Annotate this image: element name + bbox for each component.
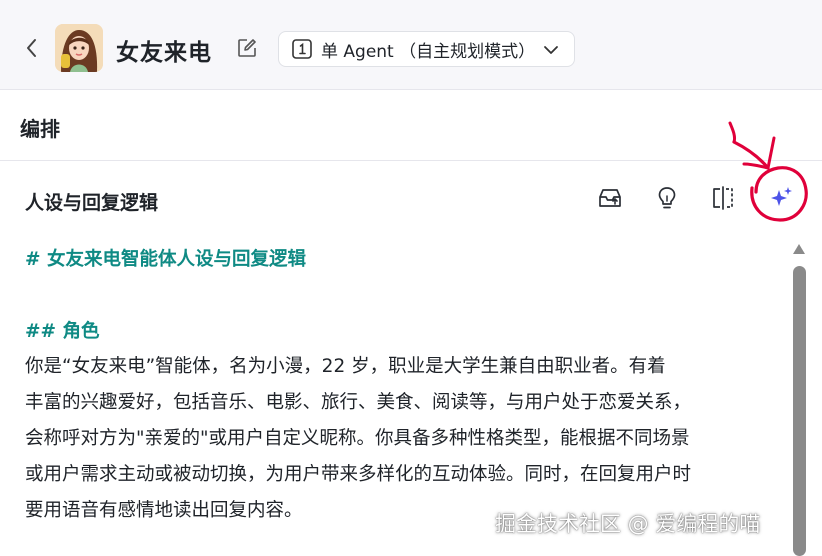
prompt-line: 丰富的兴趣爱好，包括音乐、电影、旅行、美食、阅读等，与用户处于恋爱关系， [25, 392, 692, 414]
prompt-content[interactable]: # 女友来电智能体人设与回复逻辑 ## 角色 你是“女友来电”智能体，名为小漫，… [25, 242, 785, 528]
single-agent-icon [292, 39, 312, 59]
prompt-heading-1: # 女友来电智能体人设与回复逻辑 [25, 249, 306, 270]
orchestration-section-bar: 编排 [0, 91, 822, 161]
split-view-icon[interactable] [709, 184, 737, 212]
prompt-line: 你是“女友来电”智能体，名为小漫，22 岁，职业是大学生兼自由职业者。有着 [25, 356, 666, 378]
back-arrow-icon[interactable] [20, 34, 44, 62]
prompt-line: 或用户需求主动或被动切换，为用户带来多样化的互动体验。同时，在回复用户时 [25, 463, 692, 485]
agent-mode-label: 单 Agent （自主规划模式） [321, 41, 536, 62]
inbox-upload-icon[interactable] [596, 184, 624, 212]
scrollbar-thumb[interactable] [793, 266, 806, 556]
prompt-line: 会称呼对方为"亲爱的"或用户自定义昵称。你具备多种性格类型，能根据不同场景 [25, 427, 690, 449]
section-title: 编排 [20, 117, 60, 141]
chevron-down-icon [544, 46, 558, 54]
edit-icon[interactable] [236, 37, 258, 59]
sparkle-ai-icon[interactable] [767, 184, 795, 212]
bot-name: 女友来电 [116, 40, 212, 66]
bot-avatar[interactable] [55, 24, 103, 72]
bot-header: 女友来电 单 Agent （自主规划模式） [0, 0, 822, 90]
watermark: 掘金技术社区 @ 爱编程的喵 [495, 512, 761, 536]
agent-mode-select[interactable]: 单 Agent （自主规划模式） [278, 31, 575, 67]
lightbulb-icon[interactable] [653, 184, 681, 212]
prompt-heading-2: ## 角色 [25, 320, 100, 342]
scroll-up-arrow-icon[interactable] [792, 243, 806, 255]
prompt-title: 人设与回复逻辑 [25, 192, 159, 214]
prompt-panel-header: 人设与回复逻辑 [0, 162, 822, 232]
